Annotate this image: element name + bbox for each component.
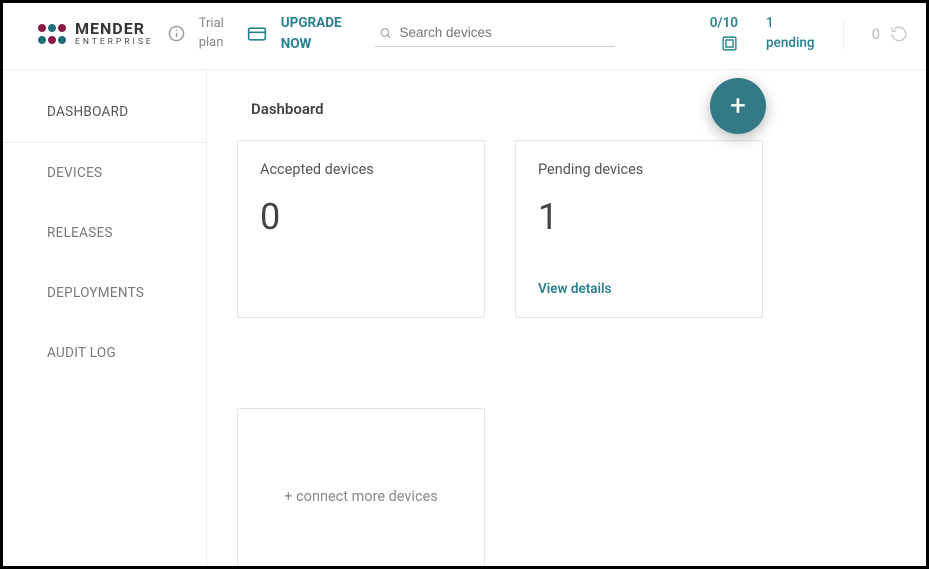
plan-label: Trial plan: [199, 15, 233, 53]
pending-devices-title: Pending devices: [538, 161, 740, 178]
search-box[interactable]: [375, 20, 615, 47]
brand-subtitle: ENTERPRISE: [75, 38, 154, 47]
credit-card-icon: [247, 24, 267, 44]
main-content: + Dashboard Accepted devices 0 Pending d…: [207, 70, 926, 566]
brand-logo: MENDER ENTERPRISE: [37, 21, 154, 47]
mender-logo-icon: [37, 21, 67, 47]
jobs-count: 0: [872, 25, 880, 43]
sidebar-item-audit-log[interactable]: AUDIT LOG: [3, 323, 206, 383]
connect-more-devices-card[interactable]: + connect more devices: [237, 408, 485, 566]
add-button[interactable]: +: [710, 78, 766, 134]
sidebar-item-devices[interactable]: DEVICES: [3, 143, 206, 203]
upgrade-button[interactable]: UPGRADE NOW: [281, 13, 361, 55]
accepted-devices-card[interactable]: Accepted devices 0: [237, 140, 485, 318]
pending-count[interactable]: 1 pending: [766, 14, 815, 53]
sidebar-item-deployments[interactable]: DEPLOYMENTS: [3, 263, 206, 323]
sidebar-item-releases[interactable]: RELEASES: [3, 203, 206, 263]
sidebar-item-dashboard[interactable]: DASHBOARD: [3, 82, 206, 143]
page-title: Dashboard: [251, 100, 896, 118]
refresh-icon[interactable]: [890, 25, 908, 43]
app-header: MENDER ENTERPRISE Trial plan UPGRADE NOW…: [3, 3, 926, 70]
device-count-ratio: 0/10: [710, 15, 738, 31]
devices-icon: [710, 35, 738, 52]
pending-view-details-link[interactable]: View details: [538, 281, 740, 297]
pending-devices-value: 1: [538, 196, 740, 238]
search-input[interactable]: [399, 25, 610, 40]
pending-count-number: 1: [766, 15, 774, 31]
header-separator: [843, 19, 844, 49]
connect-more-devices-label: + connect more devices: [284, 488, 437, 505]
search-icon: [379, 26, 392, 40]
brand-name: MENDER: [75, 19, 145, 38]
accepted-devices-value: 0: [260, 196, 462, 238]
pending-count-label: pending: [766, 35, 815, 51]
info-icon[interactable]: [168, 25, 185, 42]
accepted-devices-title: Accepted devices: [260, 161, 462, 178]
device-count[interactable]: 0/10: [710, 15, 738, 52]
sidebar: DASHBOARD DEVICES RELEASES DEPLOYMENTS A…: [3, 70, 207, 566]
pending-devices-card[interactable]: Pending devices 1 View details: [515, 140, 763, 318]
